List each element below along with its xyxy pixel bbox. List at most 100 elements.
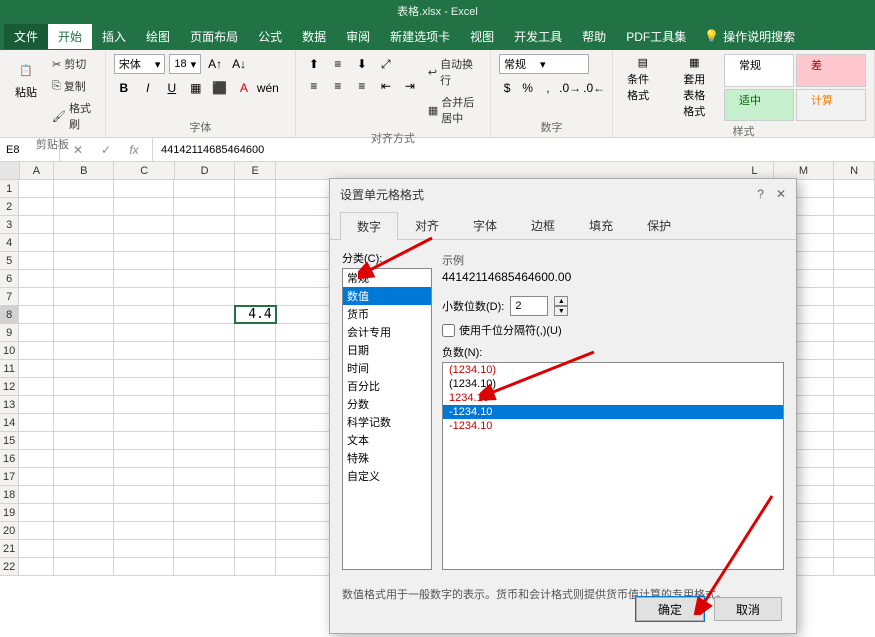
cell[interactable] — [114, 450, 174, 467]
tab-view[interactable]: 视图 — [460, 24, 504, 49]
cell[interactable] — [834, 360, 875, 377]
cell[interactable] — [834, 306, 875, 323]
bold-button[interactable]: B — [114, 78, 134, 98]
row-header[interactable]: 7 — [0, 288, 19, 305]
cell[interactable] — [19, 450, 54, 467]
cell[interactable] — [114, 360, 174, 377]
row-header[interactable]: 2 — [0, 198, 19, 215]
cell[interactable] — [174, 234, 234, 251]
row-header[interactable]: 21 — [0, 540, 19, 557]
cell[interactable] — [19, 342, 54, 359]
cell[interactable] — [235, 378, 276, 395]
tab-layout[interactable]: 页面布局 — [180, 24, 248, 49]
col-header-N[interactable]: N — [834, 162, 875, 179]
name-box[interactable]: E8 — [0, 138, 60, 161]
cell[interactable] — [19, 324, 54, 341]
row-header[interactable]: 20 — [0, 522, 19, 539]
cell[interactable] — [54, 270, 114, 287]
cell[interactable] — [54, 540, 114, 557]
cell[interactable] — [54, 324, 114, 341]
cell[interactable] — [834, 504, 875, 521]
tab-help[interactable]: 帮助 — [572, 24, 616, 49]
cell[interactable] — [235, 324, 276, 341]
cell[interactable] — [114, 486, 174, 503]
cell[interactable] — [834, 270, 875, 287]
cell[interactable] — [174, 252, 234, 269]
cell[interactable] — [174, 306, 234, 323]
fx-icon[interactable]: fx — [124, 140, 144, 160]
cell[interactable] — [114, 378, 174, 395]
tab-review[interactable]: 审阅 — [336, 24, 380, 49]
neg-item[interactable]: -1234.10 — [443, 419, 783, 433]
indent-dec-button[interactable]: ⇤ — [376, 76, 396, 96]
cell[interactable] — [19, 468, 54, 485]
cell[interactable] — [834, 450, 875, 467]
cell[interactable] — [114, 306, 174, 323]
cond-format-button[interactable]: ▤条件格式 — [621, 54, 664, 121]
row-header[interactable]: 9 — [0, 324, 19, 341]
cell[interactable] — [114, 432, 174, 449]
cell[interactable] — [235, 234, 276, 251]
cell[interactable] — [19, 558, 54, 575]
cell[interactable] — [174, 558, 234, 575]
number-format-select[interactable]: 常规▾ — [499, 54, 589, 74]
category-item[interactable]: 常规 — [343, 269, 431, 287]
style-normal[interactable]: 常规 — [724, 54, 794, 87]
dlg-tab-font[interactable]: 字体 — [456, 211, 514, 239]
tab-data[interactable]: 数据 — [292, 24, 336, 49]
dec-decimal-button[interactable]: .0← — [584, 78, 604, 98]
neg-item[interactable]: -1234.10 — [443, 405, 783, 419]
tab-file[interactable]: 文件 — [4, 24, 48, 49]
category-item[interactable]: 货币 — [343, 305, 431, 323]
font-name-select[interactable]: 宋体▾ — [114, 54, 166, 74]
cell[interactable] — [54, 360, 114, 377]
cell[interactable] — [834, 396, 875, 413]
cell[interactable] — [114, 522, 174, 539]
tell-me[interactable]: 💡 操作说明搜索 — [704, 28, 795, 45]
tab-newtab[interactable]: 新建选项卡 — [380, 24, 460, 49]
neg-list[interactable]: (1234.10)(1234.10)1234.10-1234.10-1234.1… — [442, 362, 784, 570]
row-header[interactable]: 8 — [0, 306, 19, 323]
cell[interactable] — [54, 198, 114, 215]
cell[interactable] — [54, 414, 114, 431]
cell[interactable] — [54, 180, 114, 197]
cell[interactable] — [114, 234, 174, 251]
neg-item[interactable]: (1234.10) — [443, 377, 783, 391]
cell[interactable] — [114, 180, 174, 197]
tab-insert[interactable]: 插入 — [92, 24, 136, 49]
decrease-font-button[interactable]: A↓ — [229, 54, 249, 74]
category-item[interactable]: 百分比 — [343, 377, 431, 395]
category-item[interactable]: 特殊 — [343, 449, 431, 467]
cell[interactable] — [19, 540, 54, 557]
cell[interactable] — [834, 414, 875, 431]
cell[interactable] — [19, 234, 54, 251]
fill-color-button[interactable]: ⬛ — [210, 78, 230, 98]
cell[interactable] — [174, 432, 234, 449]
category-item[interactable]: 自定义 — [343, 467, 431, 485]
row-header[interactable]: 3 — [0, 216, 19, 233]
cell[interactable] — [19, 198, 54, 215]
cell[interactable] — [235, 468, 276, 485]
cell[interactable] — [54, 234, 114, 251]
cell[interactable] — [114, 270, 174, 287]
cell[interactable] — [174, 360, 234, 377]
neg-item[interactable]: (1234.10) — [443, 363, 783, 377]
cell[interactable] — [174, 414, 234, 431]
align-left-button[interactable]: ≡ — [304, 76, 324, 96]
cell[interactable] — [54, 450, 114, 467]
cell[interactable] — [114, 558, 174, 575]
cell[interactable] — [54, 378, 114, 395]
row-header[interactable]: 11 — [0, 360, 19, 377]
dlg-tab-fill[interactable]: 填充 — [572, 211, 630, 239]
col-header-A[interactable]: A — [20, 162, 54, 179]
row-header[interactable]: 17 — [0, 468, 19, 485]
cell[interactable] — [174, 396, 234, 413]
cell[interactable] — [54, 558, 114, 575]
cell[interactable] — [19, 414, 54, 431]
cell[interactable] — [174, 468, 234, 485]
cell[interactable] — [235, 360, 276, 377]
align-bottom-button[interactable]: ⬇ — [352, 54, 372, 74]
cell[interactable]: 4.4 — [235, 306, 276, 323]
cell[interactable] — [235, 540, 276, 557]
cell[interactable] — [54, 486, 114, 503]
